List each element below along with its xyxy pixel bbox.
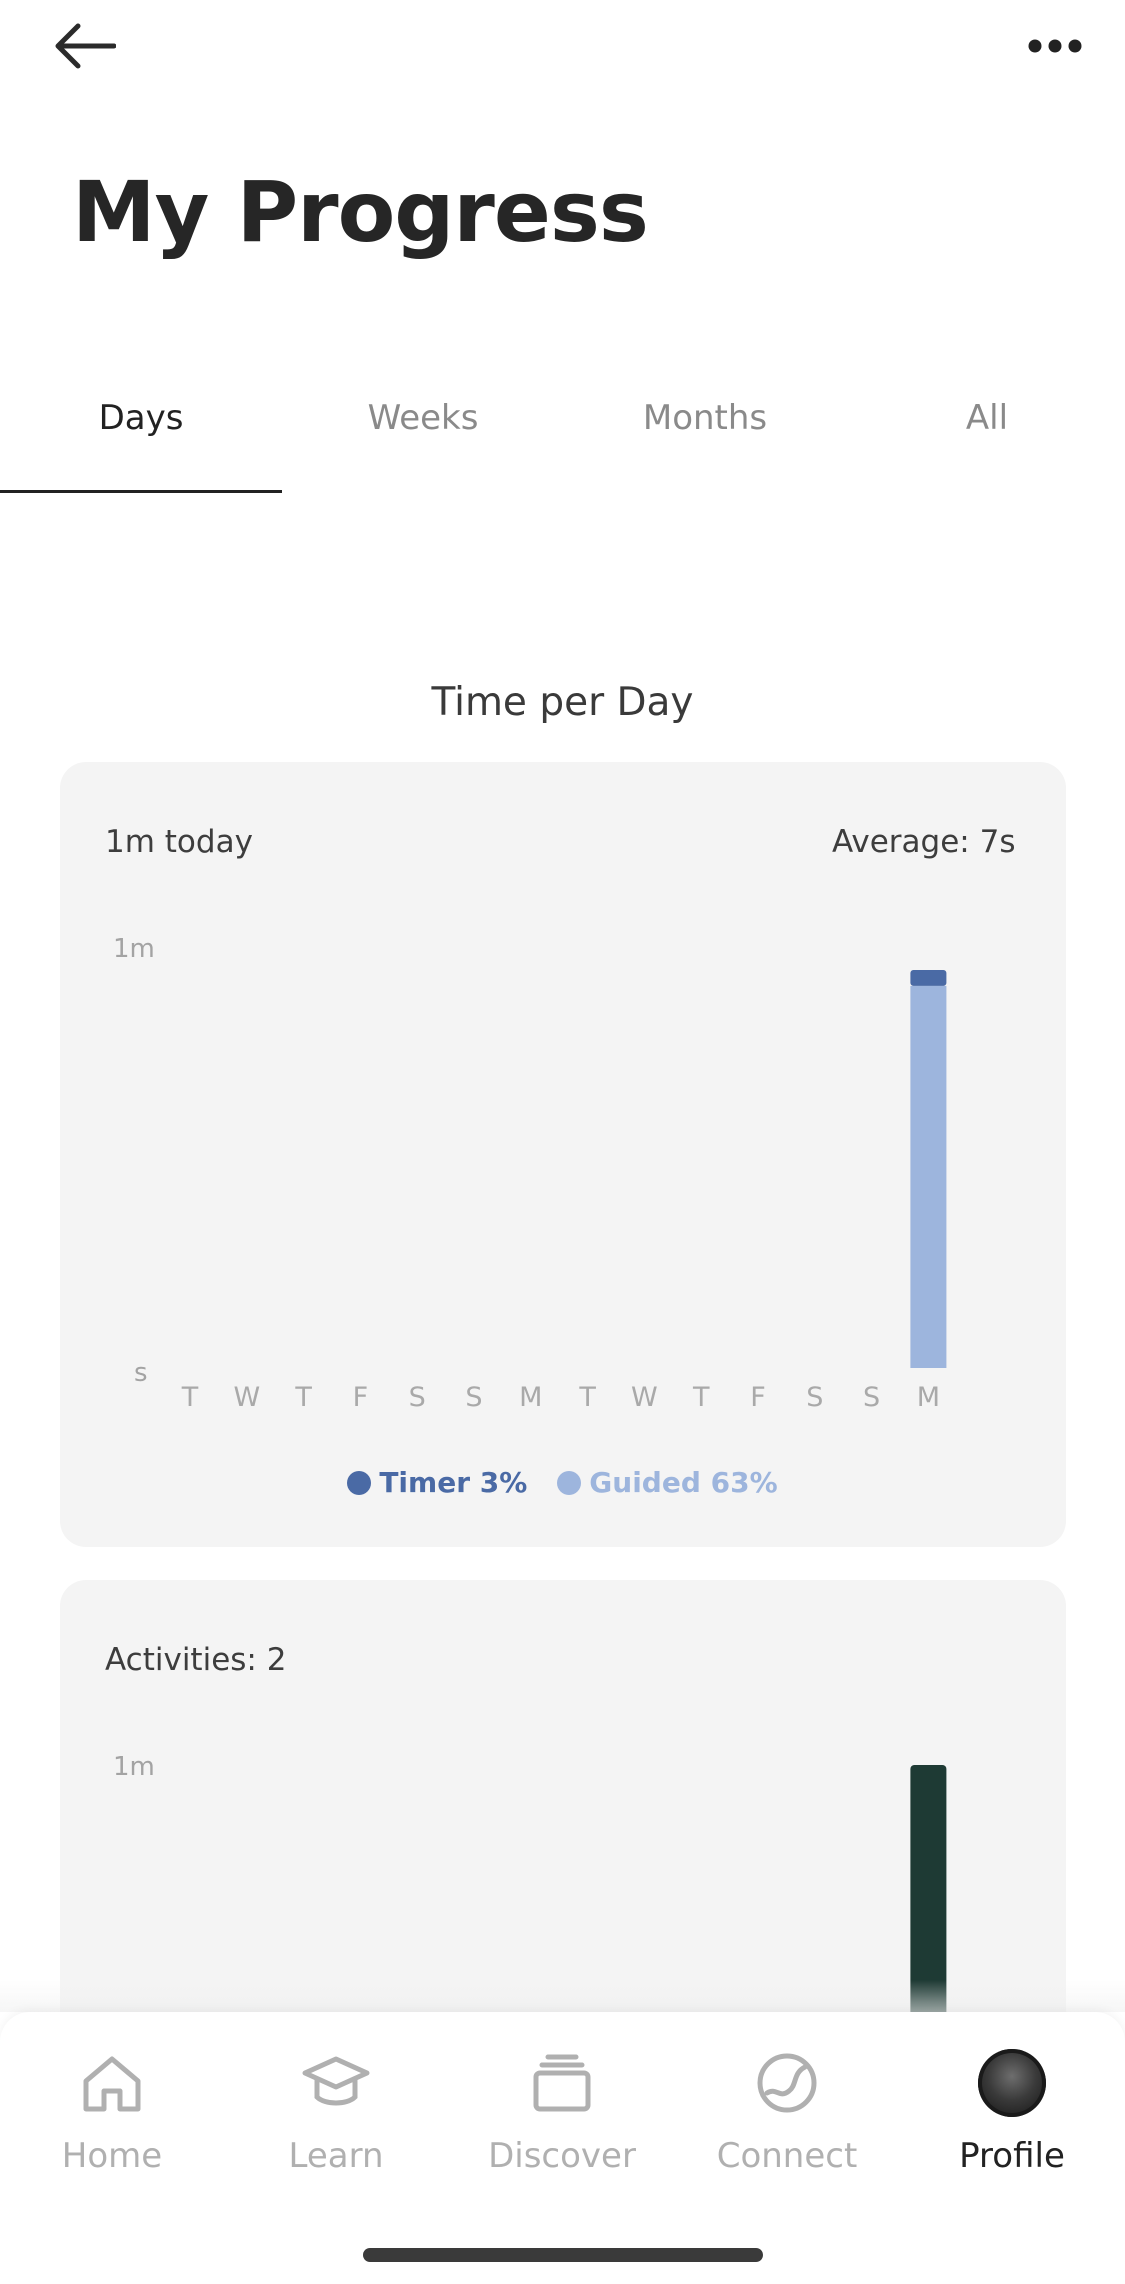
section-title: Time per Day [431, 680, 694, 725]
day-label: S [806, 1382, 824, 1413]
day-label: S [465, 1382, 483, 1413]
nav-discover[interactable]: Discover [462, 2048, 662, 2198]
back-button[interactable] [52, 14, 124, 78]
day-label: T [295, 1382, 312, 1413]
active-tab-indicator [0, 490, 282, 493]
avatar [978, 2049, 1046, 2117]
day-label: M [519, 1382, 543, 1413]
tab-all[interactable]: All [846, 380, 1125, 496]
graduation-cap-icon [301, 2048, 371, 2118]
timer-dot-icon [347, 1470, 372, 1495]
time-per-day-card [60, 762, 1066, 1547]
tab-months[interactable]: Months [564, 380, 846, 496]
day-label: T [692, 1382, 710, 1413]
nav-learn[interactable]: Learn [236, 2048, 436, 2198]
nav-home[interactable]: Home [12, 2048, 212, 2198]
day-label: T [181, 1382, 199, 1413]
more-options-button[interactable] [1020, 22, 1090, 70]
chart-legend: Timer 3% Guided 63% [0, 1466, 1125, 1499]
globe-icon [752, 2048, 822, 2118]
nav-connect[interactable]: Connect [687, 2048, 887, 2198]
more-dots-icon [1028, 39, 1082, 53]
average-time: Average: 7s [832, 824, 1016, 860]
day-label: T [579, 1382, 596, 1413]
back-arrow-icon [55, 23, 116, 69]
y-axis-top-label: 1m [113, 934, 155, 964]
activities-y-axis-top-label: 1m [113, 1752, 155, 1782]
home-indicator [363, 2248, 763, 2262]
day-label: M [916, 1382, 941, 1413]
tab-weeks[interactable]: Weeks [282, 380, 564, 496]
nav-fade [0, 1980, 1125, 2012]
day-label: W [233, 1382, 261, 1413]
x-axis-day-labels: TWTFSSMTWTFSSM [0, 1382, 1125, 1422]
stack-icon [527, 2048, 597, 2118]
day-label: S [408, 1382, 426, 1413]
day-label: F [352, 1382, 369, 1413]
day-label: F [750, 1382, 766, 1413]
today-time: 1m today [105, 824, 253, 860]
home-icon [77, 2048, 147, 2118]
tab-days[interactable]: Days [0, 380, 282, 496]
day-label: W [631, 1382, 658, 1413]
day-label: S [863, 1382, 881, 1413]
guided-dot-icon [557, 1470, 582, 1495]
legend-guided: Guided 63% [557, 1466, 778, 1499]
legend-timer: Timer 3% [347, 1466, 527, 1499]
activities-count: Activities: 2 [105, 1642, 287, 1678]
period-tabs: Days Weeks Months All [0, 380, 1125, 496]
nav-profile[interactable]: Profile [912, 2048, 1112, 2198]
page-title: My Progress [72, 163, 649, 261]
